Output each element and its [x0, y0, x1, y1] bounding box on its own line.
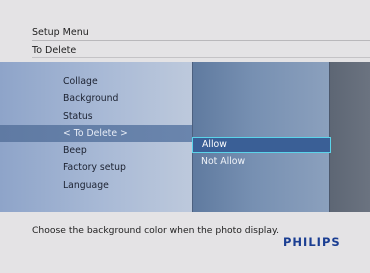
menu-item-background[interactable]: Background	[0, 90, 192, 107]
menu-item-label: Factory setup	[63, 162, 126, 174]
breadcrumb-divider	[32, 57, 370, 58]
menu-item-label: Beep	[63, 145, 87, 157]
option-label: Allow	[202, 139, 227, 150]
brand-logo: PHILIPS	[283, 235, 341, 249]
menu-item-label: < To Delete >	[63, 127, 128, 139]
submenu-options-list: Allow Not Allow	[192, 137, 331, 170]
menu-item-status[interactable]: Status	[0, 108, 192, 125]
breadcrumb: To Delete	[32, 45, 77, 56]
title-divider	[32, 40, 370, 41]
menu-title: Setup Menu	[32, 27, 89, 38]
option-label: Not Allow	[201, 156, 246, 167]
option-not-allow[interactable]: Not Allow	[192, 153, 331, 170]
menu-item-label: Language	[63, 179, 109, 191]
header-bar: Setup Menu To Delete	[0, 0, 370, 62]
menu-item-collage[interactable]: Collage	[0, 73, 192, 90]
main-menu-list: Collage Background Status < To Delete > …	[0, 73, 192, 194]
menu-item-to-delete[interactable]: < To Delete >	[0, 124, 192, 143]
menu-item-language[interactable]: Language	[0, 177, 192, 194]
menu-item-factory-setup[interactable]: Factory setup	[0, 159, 192, 176]
menu-item-label: Collage	[63, 76, 98, 87]
menu-item-label: Status	[63, 110, 93, 122]
option-allow[interactable]: Allow	[192, 137, 331, 153]
menu-item-beep[interactable]: Beep	[0, 142, 192, 159]
menu-item-label: Background	[63, 93, 119, 105]
empty-column	[329, 62, 370, 212]
help-text: Choose the background color when the pho…	[32, 225, 280, 236]
